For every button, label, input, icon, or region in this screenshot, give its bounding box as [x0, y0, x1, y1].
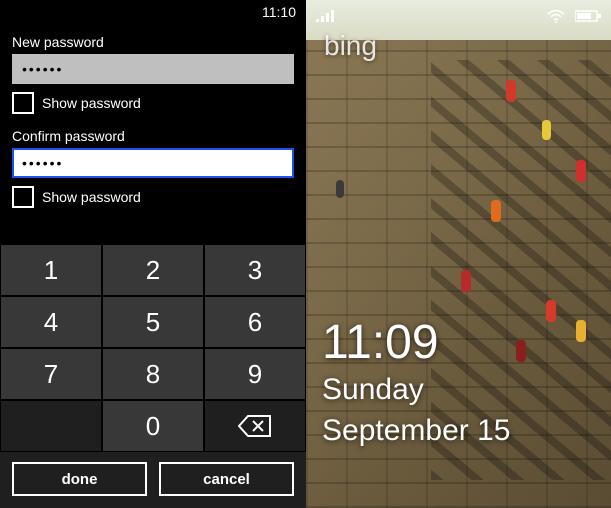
- status-bar: [306, 0, 611, 28]
- wifi-icon: [547, 10, 565, 23]
- backspace-icon: [238, 415, 272, 437]
- lock-info: 11:09 Sunday September 15: [322, 319, 510, 448]
- new-password-value: ••••••: [22, 61, 63, 77]
- lock-day: Sunday: [322, 373, 510, 408]
- keypad-7[interactable]: 7: [0, 348, 102, 400]
- show-password-label: Show password: [42, 95, 141, 111]
- bing-logo: bing: [324, 30, 377, 62]
- show-password-label: Show password: [42, 189, 141, 205]
- keypad-1[interactable]: 1: [0, 244, 102, 296]
- keypad-backspace[interactable]: [204, 400, 306, 452]
- confirm-password-value: ••••••: [22, 155, 63, 171]
- keypad-4[interactable]: 4: [0, 296, 102, 348]
- new-password-input[interactable]: ••••••: [12, 54, 294, 84]
- keypad-9[interactable]: 9: [204, 348, 306, 400]
- confirm-password-label: Confirm password: [12, 128, 294, 144]
- keypad-3[interactable]: 3: [204, 244, 306, 296]
- keypad-blank: [0, 400, 102, 452]
- show-password-row-1[interactable]: Show password: [12, 92, 294, 114]
- battery-icon: [575, 10, 601, 22]
- checkbox-icon[interactable]: [12, 92, 34, 114]
- status-bar: 11:10: [0, 0, 306, 24]
- keypad-2[interactable]: 2: [102, 244, 204, 296]
- password-form: New password •••••• Show password Confir…: [0, 24, 306, 208]
- new-password-label: New password: [12, 34, 294, 50]
- done-button[interactable]: done: [12, 462, 147, 496]
- keypad-6[interactable]: 6: [204, 296, 306, 348]
- keypad-8[interactable]: 8: [102, 348, 204, 400]
- keypad-5[interactable]: 5: [102, 296, 204, 348]
- keypad-0[interactable]: 0: [102, 400, 204, 452]
- lock-clock: 11:09: [322, 319, 510, 367]
- cancel-button[interactable]: cancel: [159, 462, 294, 496]
- lock-date: September 15: [322, 414, 510, 449]
- password-setup-screen: 11:10 New password •••••• Show password …: [0, 0, 306, 508]
- lock-screen[interactable]: bing 11:09 Sunday September 15: [306, 0, 611, 508]
- show-password-row-2[interactable]: Show password: [12, 186, 294, 208]
- checkbox-icon[interactable]: [12, 186, 34, 208]
- signal-icon: [316, 10, 334, 22]
- confirm-password-input[interactable]: ••••••: [12, 148, 294, 178]
- status-clock: 11:10: [262, 4, 296, 20]
- numeric-keypad: 1 2 3 4 5 6 7 8 9 0: [0, 244, 306, 508]
